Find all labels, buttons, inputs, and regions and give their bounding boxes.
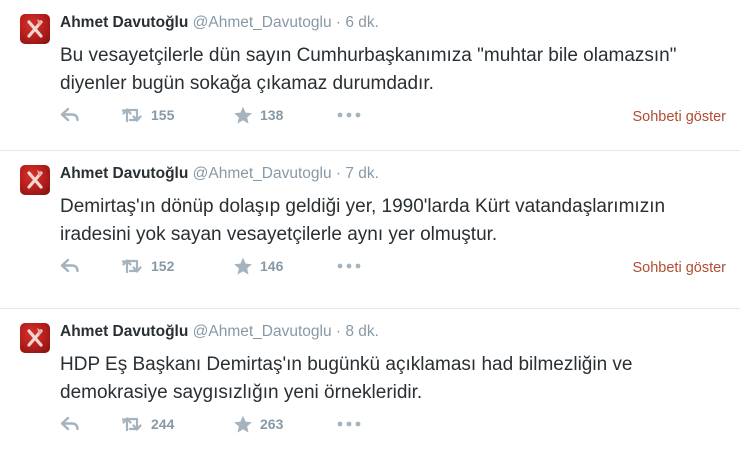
retweet-count: 155: [151, 107, 175, 123]
tweet-text: HDP Eş Başkanı Demirtaş'ın bugünkü açıkl…: [60, 354, 633, 403]
tweet-timestamp[interactable]: 8 dk.: [345, 323, 379, 340]
tweet-timeline: Ahmet Davutoğlu @Ahmet_Davutoglu · 6 dk.…: [0, 0, 740, 449]
retweet-button[interactable]: 244: [122, 414, 174, 434]
author-name[interactable]: Ahmet Davutoğlu: [60, 14, 188, 31]
avatar[interactable]: [20, 323, 50, 353]
more-icon: [337, 421, 361, 427]
more-icon: [337, 263, 361, 269]
reply-button[interactable]: [60, 414, 80, 434]
tweet-timestamp[interactable]: 6 dk.: [345, 14, 379, 31]
author-handle[interactable]: @Ahmet_Davutoglu: [193, 14, 332, 31]
retweet-icon: [122, 108, 142, 123]
more-options-button[interactable]: [337, 414, 361, 434]
tweet-actions: 244 263: [60, 414, 730, 434]
tweet[interactable]: Ahmet Davutoğlu @Ahmet_Davutoglu · 7 dk.…: [0, 150, 740, 300]
reply-icon: [60, 258, 79, 273]
tweet-text: Bu vesayetçilerle dün sayın Cumhurbaşkan…: [60, 45, 677, 94]
reply-button[interactable]: [60, 256, 80, 276]
separator-dot: ·: [335, 323, 342, 340]
reply-icon: [60, 416, 79, 431]
tweet[interactable]: Ahmet Davutoğlu @Ahmet_Davutoglu · 8 dk.…: [0, 308, 740, 449]
favorite-count: 146: [260, 258, 284, 274]
reply-button[interactable]: [60, 105, 80, 125]
avatar[interactable]: [20, 165, 50, 195]
separator-dot: ·: [335, 165, 342, 182]
tweet-header: Ahmet Davutoğlu @Ahmet_Davutoglu · 7 dk.: [60, 163, 379, 185]
retweet-count: 152: [151, 258, 175, 274]
author-name[interactable]: Ahmet Davutoğlu: [60, 165, 188, 182]
author-handle[interactable]: @Ahmet_Davutoglu: [193, 165, 332, 182]
star-icon: [234, 257, 252, 275]
favorite-count: 263: [260, 416, 284, 432]
retweet-icon: [122, 417, 142, 432]
tweet-actions: 155 138: [60, 105, 730, 125]
tweet-header: Ahmet Davutoğlu @Ahmet_Davutoglu · 8 dk.: [60, 321, 379, 343]
author-name[interactable]: Ahmet Davutoğlu: [60, 323, 188, 340]
author-handle[interactable]: @Ahmet_Davutoglu: [193, 323, 332, 340]
reply-icon: [60, 107, 79, 122]
more-options-button[interactable]: [337, 105, 361, 125]
tweet-text: Demirtaş'ın dönüp dolaşıp geldiği yer, 1…: [60, 196, 666, 245]
retweet-button[interactable]: 152: [122, 256, 174, 276]
star-icon: [234, 106, 252, 124]
tweet-header: Ahmet Davutoğlu @Ahmet_Davutoglu · 6 dk.: [60, 12, 379, 34]
more-options-button[interactable]: [337, 256, 361, 276]
retweet-count: 244: [151, 416, 175, 432]
favorite-count: 138: [260, 107, 284, 123]
show-conversation-link[interactable]: Sohbeti göster: [632, 109, 726, 125]
retweet-icon: [122, 259, 142, 274]
star-icon: [234, 415, 252, 433]
tweet-actions: 152 146: [60, 256, 730, 276]
more-icon: [337, 112, 361, 118]
show-conversation-link[interactable]: Sohbeti göster: [632, 260, 726, 276]
favorite-button[interactable]: 138: [233, 105, 283, 125]
favorite-button[interactable]: 146: [233, 256, 283, 276]
tweet-timestamp[interactable]: 7 dk.: [345, 165, 379, 182]
retweet-button[interactable]: 155: [122, 105, 174, 125]
tweet[interactable]: Ahmet Davutoğlu @Ahmet_Davutoglu · 6 dk.…: [0, 0, 740, 150]
avatar[interactable]: [20, 14, 50, 44]
separator-dot: ·: [335, 14, 342, 31]
favorite-button[interactable]: 263: [233, 414, 283, 434]
